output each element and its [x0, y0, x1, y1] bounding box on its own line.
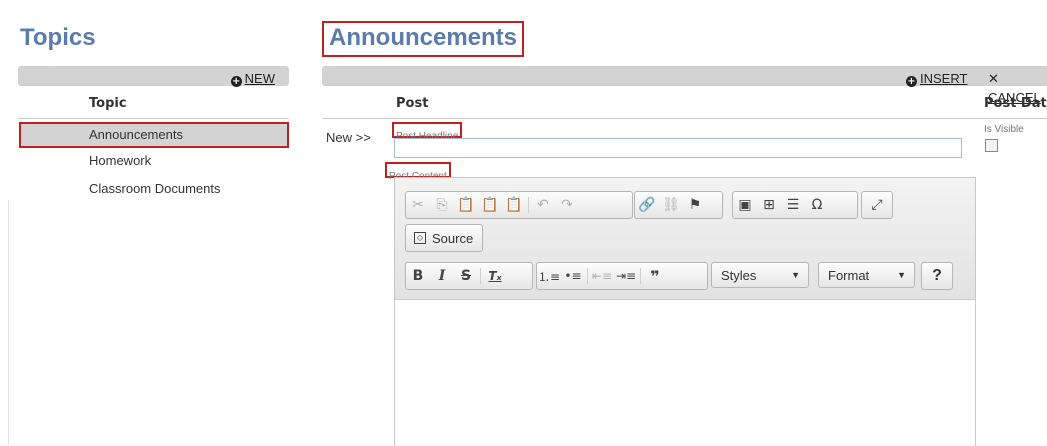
bulleted-list-icon[interactable]: •≡ — [561, 265, 585, 287]
plus-circle-icon: + — [230, 76, 242, 87]
cut-icon[interactable]: ✂ — [406, 194, 430, 216]
post-headline-label-box: Post Headline — [392, 122, 463, 142]
outdent-icon[interactable]: ⇤≡ — [590, 265, 614, 287]
indent-icon[interactable]: ⇥≡ — [614, 265, 638, 287]
blockquote-icon[interactable]: ❞ — [643, 265, 667, 287]
paste-text-icon[interactable]: 📋 — [478, 194, 502, 216]
paste-word-icon[interactable]: 📋 — [502, 194, 526, 216]
topic-item-homework[interactable]: Homework — [89, 153, 151, 168]
paragraph-group: ⒈≡ •≡ ⇤≡ ⇥≡ ❞ — [536, 262, 708, 290]
maximize-icon[interactable]: ⤢ — [865, 194, 889, 216]
unlink-icon[interactable]: ⛓ — [659, 194, 683, 216]
separator — [640, 268, 641, 284]
separator — [480, 268, 481, 284]
rich-text-editor: ✂ ⎘ 📋 📋 📋 ↶ ↷ 🔗 ⛓ ⚑ ▣ ⊞ ☰ Ω ⤢ ◇ Source B… — [394, 177, 976, 446]
help-icon: ? — [932, 267, 942, 284]
editor-toolbar: ✂ ⎘ 📋 📋 📋 ↶ ↷ 🔗 ⛓ ⚑ ▣ ⊞ ☰ Ω ⤢ ◇ Source B… — [395, 178, 975, 300]
horizontal-rule-icon[interactable]: ☰ — [781, 194, 805, 216]
post-date-column-header: Post Date — [984, 96, 1047, 111]
topic-item-classroom-documents[interactable]: Classroom Documents — [89, 181, 221, 196]
plus-circle-icon: + — [906, 76, 917, 87]
table-icon[interactable]: ⊞ — [757, 194, 781, 216]
anchor-flag-icon[interactable]: ⚑ — [683, 194, 707, 216]
divider — [8, 200, 9, 445]
bold-icon[interactable]: B — [406, 265, 430, 287]
divider — [322, 118, 1047, 119]
chevron-down-icon: ▼ — [897, 270, 906, 280]
link-icon[interactable]: 🔗 — [635, 194, 659, 216]
post-toolbar: + INSERT ✕ CANCEL — [322, 66, 1047, 105]
format-dropdown[interactable]: Format ▼ — [818, 262, 915, 288]
new-topic-button[interactable]: + NEW — [230, 68, 275, 87]
announcements-title-box: Announcements — [322, 21, 525, 57]
post-column-header: Post — [396, 96, 429, 111]
source-icon: ◇ — [414, 232, 426, 244]
copy-icon[interactable]: ⎘ — [430, 194, 454, 216]
topics-toolbar: + NEW — [18, 66, 289, 87]
insert-button[interactable]: + INSERT — [906, 68, 967, 87]
insert-group: ▣ ⊞ ☰ Ω — [732, 191, 858, 219]
is-visible-checkbox[interactable] — [985, 139, 998, 152]
new-row-label: New >> — [326, 130, 371, 145]
tools-group: ⤢ — [861, 191, 893, 219]
styles-dropdown[interactable]: Styles ▼ — [711, 262, 809, 288]
topics-title: Topics — [20, 24, 96, 51]
clipboard-history-group: ✂ ⎘ 📋 📋 📋 ↶ ↷ — [405, 191, 633, 219]
editor-content-area[interactable] — [395, 300, 975, 446]
topic-item-announcements[interactable]: Announcements — [19, 122, 289, 148]
numbered-list-icon[interactable]: ⒈≡ — [537, 265, 561, 287]
topic-column-header: Topic — [89, 96, 127, 111]
is-visible-label: Is Visible — [984, 124, 1024, 135]
page-title: Announcements — [329, 24, 518, 51]
remove-format-icon[interactable]: Tₓ — [483, 265, 507, 287]
chevron-down-icon: ▼ — [791, 270, 800, 280]
post-content-label-box: Post Content — [385, 162, 451, 182]
separator — [528, 197, 529, 213]
link-group: 🔗 ⛓ ⚑ — [634, 191, 723, 219]
topic-label: Announcements — [89, 127, 183, 142]
paste-icon[interactable]: 📋 — [454, 194, 478, 216]
strikethrough-icon[interactable]: S — [454, 265, 478, 287]
image-icon[interactable]: ▣ — [733, 194, 757, 216]
close-icon: ✕ — [988, 72, 999, 87]
help-button[interactable]: ? — [921, 262, 953, 290]
divider — [18, 118, 289, 119]
separator — [587, 268, 588, 284]
source-button[interactable]: ◇ Source — [405, 224, 483, 252]
redo-icon[interactable]: ↷ — [555, 194, 579, 216]
special-char-icon[interactable]: Ω — [805, 194, 829, 216]
post-headline-input[interactable] — [394, 138, 962, 158]
basic-styles-group: B I S Tₓ — [405, 262, 533, 290]
italic-icon[interactable]: I — [430, 265, 454, 287]
undo-icon[interactable]: ↶ — [531, 194, 555, 216]
